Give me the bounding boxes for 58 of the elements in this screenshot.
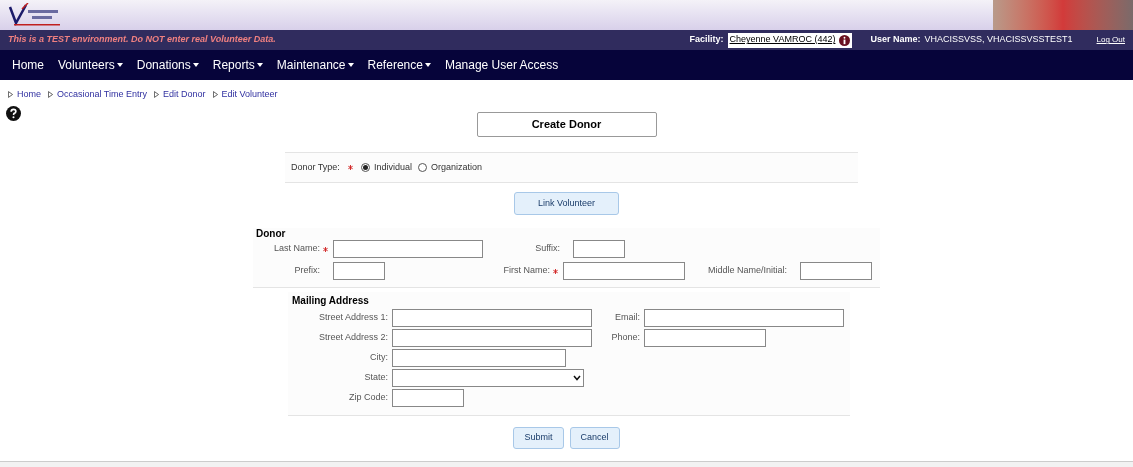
arrow-icon (212, 91, 218, 99)
nav-menu[interactable]: Volunteers (58, 56, 123, 74)
radio-button[interactable] (360, 163, 370, 172)
info-icon[interactable] (839, 34, 851, 46)
nav-menu[interactable]: Maintenance (276, 56, 354, 74)
state-dropdown[interactable] (392, 369, 584, 387)
field-label: Prefix: (294, 264, 320, 278)
field-label: State: (364, 371, 388, 385)
chevron-down-icon (573, 375, 581, 381)
facility-label: Facility: (689, 33, 724, 47)
radio-label: Individual (373, 160, 412, 174)
nav-menu[interactable]: Reference (367, 56, 431, 74)
nav-link[interactable]: Home (12, 56, 44, 74)
donor-type-label: Donor Type: (291, 160, 340, 174)
user-name-value: VHACISSVSS, VHACISSVSSTEST1 (924, 33, 1073, 47)
radio-button[interactable] (417, 163, 427, 172)
field-label: Street Address 2: (318, 331, 388, 345)
breadcrumb-link[interactable]: Edit Donor (163, 88, 206, 102)
breadcrumb-link[interactable]: Occasional Time Entry (57, 88, 148, 102)
field-label: Zip Code: (348, 391, 388, 405)
field-label: Last Name: (273, 242, 320, 256)
input-field[interactable] (333, 262, 385, 280)
input-field[interactable] (644, 329, 766, 347)
nav-link[interactable]: Manage User Access (444, 56, 559, 74)
log-out-link[interactable]: Log Out (1096, 34, 1125, 46)
field-label: Suffix: (535, 242, 560, 256)
input-field[interactable] (644, 309, 844, 327)
link-volunteer-button[interactable]: Link Volunteer (514, 192, 619, 215)
field-label: Phone: (611, 331, 640, 345)
arrow-icon (48, 91, 53, 99)
test-environment-warning: This is a TEST environment. Do NOT enter real Volunteer Data. (8, 33, 276, 47)
radio-label: Organization (430, 160, 482, 174)
input-field[interactable] (800, 262, 872, 280)
input-field[interactable] (392, 349, 566, 367)
breadcrumb-link[interactable]: Home (17, 88, 41, 102)
arrow-icon (154, 91, 160, 99)
field-label: Email: (615, 311, 640, 325)
input-field[interactable] (563, 262, 685, 280)
input-field[interactable] (573, 240, 625, 258)
mailing-address-title: Mailing Address (291, 295, 370, 307)
form-button[interactable]: Cancel (569, 427, 620, 449)
field-label: Middle Name/Initial: (707, 264, 787, 278)
input-field[interactable] (392, 389, 464, 407)
field-label: City: (370, 351, 388, 365)
field-label: First Name: (503, 264, 550, 278)
create-donor-button[interactable]: Create Donor (476, 112, 657, 137)
arrow-icon (8, 91, 13, 99)
input-field[interactable] (333, 240, 483, 258)
donor-section-title: Donor (255, 228, 287, 240)
input-field[interactable] (392, 309, 592, 327)
help-icon[interactable] (6, 105, 21, 121)
nav-menu[interactable]: Reports (212, 56, 263, 74)
field-label: Street Address 1: (318, 311, 388, 325)
breadcrumb-link[interactable]: Edit Volunteer (221, 88, 278, 102)
input-field[interactable] (392, 329, 592, 347)
form-button[interactable]: Submit (513, 427, 564, 449)
nav-menu[interactable]: Donations (136, 56, 199, 74)
user-name-label: User Name: (870, 33, 921, 47)
